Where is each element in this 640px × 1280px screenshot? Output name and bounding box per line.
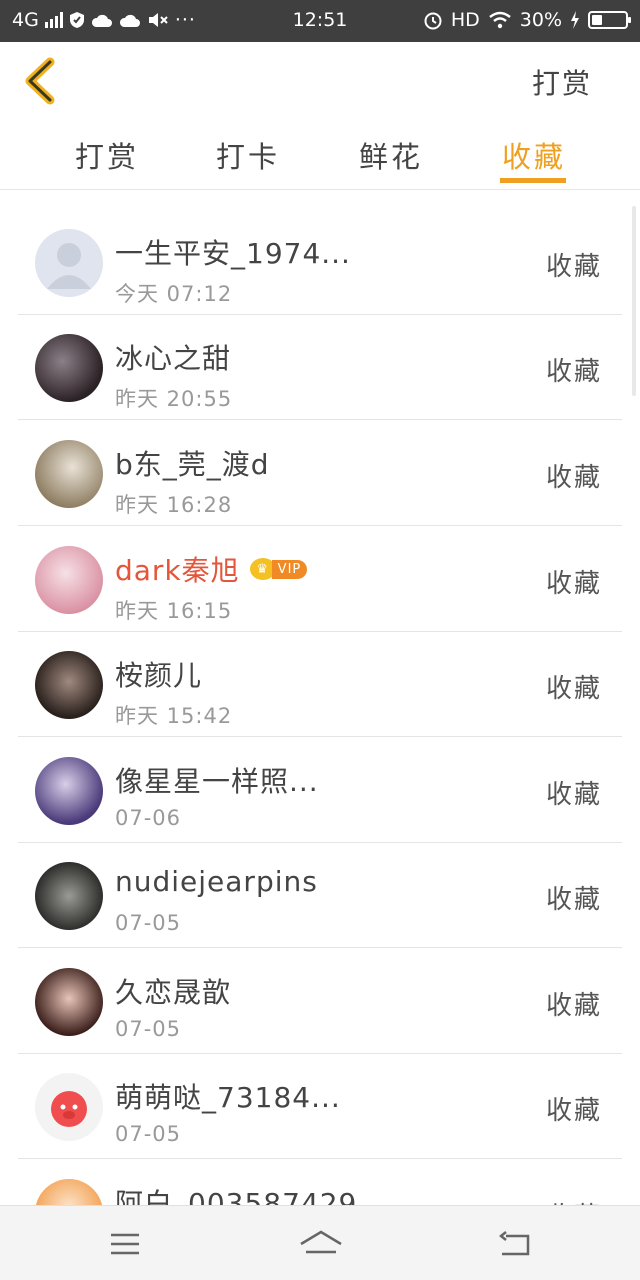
- list-item[interactable]: b东_莞_渡d 昨天 16:28 收藏: [18, 421, 622, 526]
- timestamp: 07-05: [115, 1122, 182, 1146]
- user-name: 萌萌哒_73184...: [115, 1081, 341, 1114]
- list-item[interactable]: 萌萌哒_73184... 07-05 收藏: [18, 1054, 622, 1159]
- favorite-label: 收藏: [545, 991, 602, 1021]
- chevron-left-icon: [25, 57, 55, 105]
- timestamp: 07-05: [115, 911, 182, 935]
- favorite-label: 收藏: [545, 463, 602, 493]
- navigation-bar: [0, 1205, 640, 1280]
- favorite-label: 收藏: [545, 1096, 602, 1126]
- avatar: [35, 1073, 103, 1141]
- vip-badge: ♛ VIP: [249, 558, 308, 580]
- home-icon: [300, 1230, 342, 1254]
- tab-bar: 打赏 打卡 鲜花 收藏: [0, 124, 640, 190]
- back-button[interactable]: [18, 56, 68, 106]
- tab-checkin[interactable]: 打卡: [208, 134, 288, 176]
- timestamp: 昨天 16:15: [115, 599, 233, 623]
- favorite-label: 收藏: [545, 885, 602, 915]
- alarm-icon: [424, 12, 442, 30]
- timestamp: 今天 07:12: [115, 282, 233, 306]
- avatar: [35, 546, 103, 614]
- battery-icon: [588, 11, 631, 29]
- back-icon: [498, 1231, 530, 1256]
- avatar: [35, 757, 103, 825]
- avatar: [35, 651, 103, 719]
- avatar: [35, 229, 103, 297]
- favorite-label: 收藏: [545, 674, 602, 704]
- list-item[interactable]: 像星星一样照... 07-06 收藏: [18, 738, 622, 843]
- user-name: b东_莞_渡d: [115, 448, 270, 481]
- avatar: [35, 1179, 103, 1205]
- tab-reward[interactable]: 打赏: [67, 134, 147, 176]
- user-name: 久恋晟歆: [115, 976, 232, 1009]
- back-nav-button[interactable]: [496, 1224, 536, 1264]
- timestamp: 07-05: [115, 1017, 182, 1041]
- menu-icon: [111, 1233, 139, 1255]
- active-tab-indicator: [500, 178, 566, 183]
- favorites-list[interactable]: 一生平安_1974... 今天 07:12 收藏 冰心之甜 昨天 20:55 收…: [0, 190, 640, 1205]
- favorite-label: 收藏: [545, 569, 602, 599]
- status-time: 12:51: [292, 9, 348, 31]
- timestamp: 昨天 20:55: [115, 387, 233, 411]
- scrollbar[interactable]: [632, 206, 636, 396]
- list-item[interactable]: 冰心之甜 昨天 20:55 收藏: [18, 315, 622, 420]
- avatar: [35, 968, 103, 1036]
- favorite-label: 收藏: [546, 1196, 602, 1205]
- favorite-label: 收藏: [545, 357, 602, 387]
- status-bar: 4G ··· 12:51 HD 30%: [0, 0, 640, 42]
- list-item[interactable]: 桉颜儿 昨天 15:42 收藏: [18, 632, 622, 737]
- user-name: dark秦旭 ♛ VIP: [115, 549, 308, 589]
- header: 打赏: [0, 42, 640, 124]
- timestamp: 昨天 16:28: [115, 493, 233, 517]
- list-item[interactable]: dark秦旭 ♛ VIP 昨天 16:15 收藏: [18, 527, 622, 632]
- wifi-icon: [488, 11, 511, 29]
- menu-button[interactable]: [105, 1224, 145, 1264]
- tab-flowers[interactable]: 鲜花: [351, 134, 431, 176]
- timestamp: 07-06: [115, 806, 182, 830]
- avatar: [35, 334, 103, 402]
- home-button[interactable]: [298, 1224, 344, 1264]
- user-name: 冰心之甜: [115, 342, 232, 375]
- user-name-text: dark秦旭: [115, 554, 240, 587]
- timestamp: 昨天 15:42: [115, 704, 233, 728]
- tab-favorites[interactable]: 收藏: [494, 134, 574, 176]
- battery-percent: 30%: [519, 9, 562, 31]
- user-name: 阿白_003587429: [115, 1187, 358, 1205]
- hd-indicator: HD: [450, 9, 480, 31]
- list-item[interactable]: 阿白_003587429 收藏: [18, 1160, 622, 1205]
- user-name: 一生平安_1974...: [115, 237, 351, 270]
- list-item[interactable]: 久恋晟歆 07-05 收藏: [18, 949, 622, 1054]
- favorite-label: 收藏: [545, 780, 602, 810]
- avatar: [35, 862, 103, 930]
- favorite-label: 收藏: [545, 252, 602, 282]
- user-name: nudiejearpins: [115, 865, 318, 898]
- charging-icon: [571, 11, 579, 29]
- user-name: 桉颜儿: [115, 659, 203, 692]
- avatar: [35, 440, 103, 508]
- user-name: 像星星一样照...: [115, 765, 319, 798]
- list-item[interactable]: nudiejearpins 07-05 收藏: [18, 843, 622, 948]
- reward-button[interactable]: 打赏: [532, 62, 592, 102]
- vip-label: VIP: [271, 559, 308, 579]
- list-item[interactable]: 一生平安_1974... 今天 07:12 收藏: [18, 210, 622, 315]
